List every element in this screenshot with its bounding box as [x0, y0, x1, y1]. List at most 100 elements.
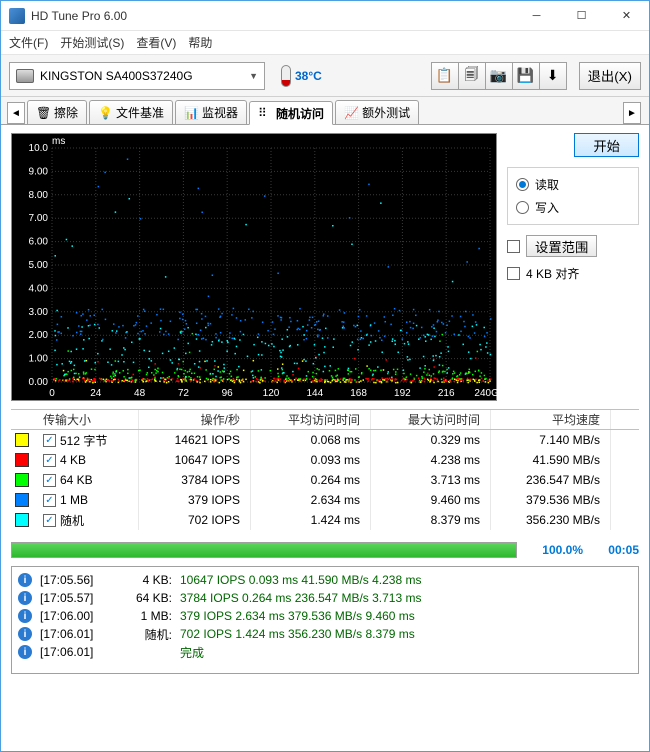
tab-scroll-right[interactable]: ►	[623, 102, 641, 124]
color-swatch	[15, 473, 29, 487]
info-icon: i	[18, 573, 32, 587]
row-checkbox[interactable]: ✓	[43, 434, 56, 447]
radio-icon	[516, 178, 529, 191]
svg-text:0: 0	[49, 388, 55, 399]
menu-start-test[interactable]: 开始测试(S)	[60, 34, 124, 51]
elapsed-time: 00:05	[593, 543, 639, 557]
log-row: i[17:06.01]完成	[18, 643, 632, 661]
bar-icon: 📈	[344, 106, 358, 120]
svg-text:144: 144	[306, 388, 323, 399]
minimize-button[interactable]: ─	[514, 1, 559, 30]
radio-write[interactable]: 写入	[516, 199, 630, 216]
tab-scroll-left[interactable]: ◄	[7, 102, 25, 124]
mode-radio-group: 读取 写入	[507, 167, 639, 225]
svg-text:168: 168	[350, 388, 367, 399]
chevron-down-icon: ▼	[249, 71, 258, 81]
table-row: ✓1 MB 379 IOPS2.634 ms9.460 ms379.536 MB…	[11, 490, 639, 510]
svg-text:2.00: 2.00	[29, 330, 49, 341]
results-table: 传输大小 操作/秒 平均访问时间 最大访问时间 平均速度 ✓512 字节 146…	[11, 409, 639, 530]
thermometer-icon	[281, 65, 291, 87]
svg-text:3.00: 3.00	[29, 307, 49, 318]
svg-text:120: 120	[263, 388, 280, 399]
menu-view[interactable]: 查看(V)	[136, 34, 176, 51]
progress-bar	[11, 542, 517, 558]
col-ops: 操作/秒	[139, 410, 251, 429]
label-4k-align: 4 KB 对齐	[526, 265, 579, 282]
disk-icon	[16, 69, 34, 83]
close-button[interactable]: ✕	[604, 1, 649, 30]
menu-file[interactable]: 文件(F)	[9, 34, 48, 51]
chart-y-unit: ms	[52, 136, 65, 147]
color-swatch	[15, 513, 29, 527]
temperature-value: 38°C	[295, 69, 322, 83]
tab-erase[interactable]: 🗑擦除	[27, 100, 87, 124]
col-avg-speed: 平均速度	[491, 410, 611, 429]
svg-text:0.00: 0.00	[29, 377, 49, 388]
svg-text:6.00: 6.00	[29, 237, 49, 248]
menubar: 文件(F) 开始测试(S) 查看(V) 帮助	[1, 31, 649, 55]
table-row: ✓随机 702 IOPS1.424 ms8.379 ms356.230 MB/s	[11, 510, 639, 530]
row-checkbox[interactable]: ✓	[43, 494, 56, 507]
chart-svg: 0.00 1.00 2.00 3.00 4.00 5.00 6.00 7.00 8.00 9.00…	[12, 134, 498, 402]
svg-text:192: 192	[394, 388, 411, 399]
row-checkbox[interactable]: ✓	[43, 474, 56, 487]
svg-text:5.00: 5.00	[29, 260, 49, 271]
tab-extra-tests[interactable]: 📈额外测试	[335, 100, 419, 124]
svg-text:7.00: 7.00	[29, 213, 49, 224]
log-row: i[17:06.01]随机:702 IOPS 1.424 ms 356.230 …	[18, 625, 632, 643]
svg-text:4.00: 4.00	[29, 283, 49, 294]
row-checkbox[interactable]: ✓	[43, 454, 56, 467]
color-swatch	[15, 433, 29, 447]
svg-text:96: 96	[222, 388, 234, 399]
col-max-access: 最大访问时间	[371, 410, 491, 429]
save-button[interactable]: 💾	[512, 62, 540, 90]
radio-read[interactable]: 读取	[516, 176, 630, 193]
checkbox-4k-align[interactable]	[507, 267, 520, 280]
window-title: HD Tune Pro 6.00	[31, 9, 514, 23]
col-avg-access: 平均访问时间	[251, 410, 371, 429]
copy-info-button[interactable]: 📋	[431, 62, 459, 90]
log-row: i[17:06.00]1 MB:379 IOPS 2.634 ms 379.53…	[18, 607, 632, 625]
access-time-chart: ms 0.00 1.00 2.00 3.00 4.00 5.00 6.00 7.00 8.00 9…	[11, 133, 497, 401]
svg-text:240GB: 240GB	[474, 388, 498, 399]
lightbulb-icon: 💡	[98, 106, 112, 120]
screenshot-button[interactable]: 📷	[485, 62, 513, 90]
svg-text:10.0: 10.0	[29, 143, 49, 154]
table-row: ✓512 字节 14621 IOPS0.068 ms0.329 ms7.140 …	[11, 430, 639, 450]
options-button[interactable]: ⬇	[539, 62, 567, 90]
drive-name: KINGSTON SA400S37240G	[40, 69, 193, 83]
col-transfer-size: 传输大小	[39, 410, 139, 429]
svg-text:24: 24	[90, 388, 102, 399]
svg-text:8.00: 8.00	[29, 190, 49, 201]
log-panel[interactable]: i[17:05.56]4 KB:10647 IOPS 0.093 ms 41.5…	[11, 566, 639, 674]
chart-icon: 📊	[184, 106, 198, 120]
log-row: i[17:05.56]4 KB:10647 IOPS 0.093 ms 41.5…	[18, 571, 632, 589]
info-icon: i	[18, 609, 32, 623]
start-button[interactable]: 开始	[574, 133, 639, 157]
checkbox-set-range[interactable]	[507, 240, 520, 253]
info-icon: i	[18, 645, 32, 659]
radio-icon	[516, 201, 529, 214]
info-icon: i	[18, 627, 32, 641]
color-swatch	[15, 453, 29, 467]
info-icon: i	[18, 591, 32, 605]
dots-icon: ⠿	[258, 106, 272, 120]
trash-icon: 🗑	[36, 106, 50, 120]
titlebar: HD Tune Pro 6.00 ─ ☐ ✕	[1, 1, 649, 31]
svg-text:1.00: 1.00	[29, 354, 49, 365]
menu-help[interactable]: 帮助	[188, 34, 212, 51]
copy-screenshot-button[interactable]: 🗐	[458, 62, 486, 90]
tab-file-benchmark[interactable]: 💡文件基准	[89, 100, 173, 124]
set-range-button[interactable]: 设置范围	[526, 235, 597, 257]
exit-button[interactable]: 退出(X)	[579, 62, 641, 90]
row-checkbox[interactable]: ✓	[43, 514, 56, 527]
log-row: i[17:05.57]64 KB:3784 IOPS 0.264 ms 236.…	[18, 589, 632, 607]
svg-text:216: 216	[438, 388, 455, 399]
drive-select[interactable]: KINGSTON SA400S37240G ▼	[9, 62, 265, 90]
tab-random-access[interactable]: ⠿随机访问	[249, 101, 333, 125]
color-swatch	[15, 493, 29, 507]
table-row: ✓4 KB 10647 IOPS0.093 ms4.238 ms41.590 M…	[11, 450, 639, 470]
tab-monitor[interactable]: 📊监视器	[175, 100, 247, 124]
svg-text:9.00: 9.00	[29, 166, 49, 177]
maximize-button[interactable]: ☐	[559, 1, 604, 30]
